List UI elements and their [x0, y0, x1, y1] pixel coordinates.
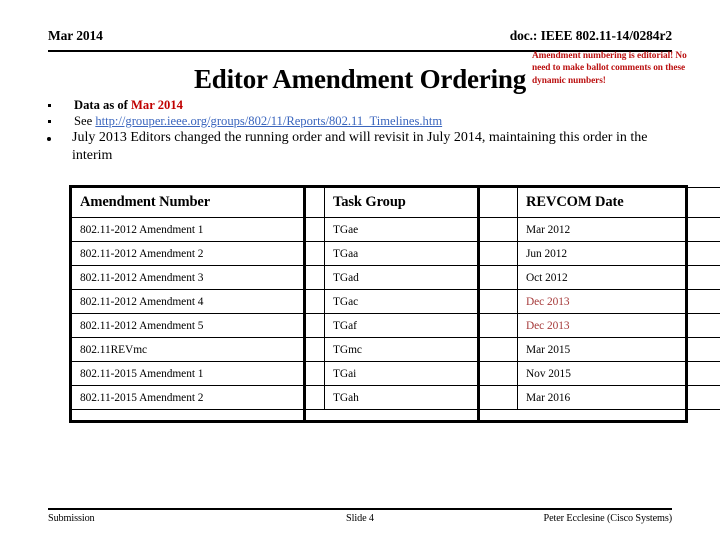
table-row: 802.11-2012 Amendment 2 TGaa Jun 2012 [71, 241, 720, 266]
footer-author: Peter Ecclesine (Cisco Systems) [543, 513, 673, 524]
table-row: 802.11-2012 Amendment 3 TGad Oct 2012 [71, 265, 720, 290]
bullet-text-prefix: Data as of [74, 98, 132, 112]
bullet-dot-icon [47, 137, 51, 141]
cell-revcom-date: Dec 2013 [517, 313, 720, 338]
table-column-divider [477, 185, 480, 423]
column-header-amendment-number: Amendment Number [71, 187, 325, 218]
cell-amendment: 802.11-2012 Amendment 3 [71, 265, 325, 290]
table-header-row: Amendment Number Task Group REVCOM Date [71, 187, 720, 218]
table-row: 802.11REVmc TGmc Mar 2015 [71, 337, 720, 362]
slide-header: Mar 2014 doc.: IEEE 802.11-14/0284r2 [48, 28, 672, 52]
cell-amendment: 802.11-2015 Amendment 2 [71, 385, 325, 410]
bullet-text-highlight: Mar 2014 [131, 98, 183, 112]
cell-task-group: TGac [324, 289, 518, 314]
header-doc-id: doc.: IEEE 802.11-14/0284r2 [509, 28, 672, 43]
column-header-task-group: Task Group [324, 187, 518, 218]
cell-task-group: TGah [324, 385, 518, 410]
table-row: 802.11-2012 Amendment 1 TGae Mar 2012 [71, 217, 720, 242]
footer-submission-label: Submission [48, 513, 95, 524]
cell-revcom-date: Mar 2016 [517, 385, 720, 410]
cell-task-group: TGaf [324, 313, 518, 338]
slide-footer: Slide 4 Submission Peter Ecclesine (Cisc… [48, 508, 672, 524]
cell-task-group: TGad [324, 265, 518, 290]
table-row: 802.11-2012 Amendment 5 TGaf Dec 2013 [71, 313, 720, 338]
cell-revcom-date: Nov 2015 [517, 361, 720, 386]
cell-amendment: 802.11-2012 Amendment 1 [71, 217, 325, 242]
cell-revcom-date: Mar 2015 [517, 337, 720, 362]
bullet-text-prefix: See [74, 114, 96, 128]
cell-amendment: 802.11-2012 Amendment 4 [71, 289, 325, 314]
cell-amendment: 802.11-2012 Amendment 2 [71, 241, 325, 266]
header-date: Mar 2014 [48, 28, 103, 43]
cell-task-group: TGmc [324, 337, 518, 362]
bullet-item-editor-note: July 2013 Editors changed the running or… [0, 129, 700, 164]
cell-task-group: TGae [324, 217, 518, 242]
annotation-callout: Amendment numbering is editorial! No nee… [532, 51, 687, 86]
cell-revcom-date: Jun 2012 [517, 241, 720, 266]
cell-task-group: TGai [324, 361, 518, 386]
cell-amendment: 802.11-2015 Amendment 1 [71, 361, 325, 386]
bullet-dot-icon [48, 120, 51, 123]
cell-amendment: 802.11-2012 Amendment 5 [71, 313, 325, 338]
cell-revcom-date: Dec 2013 [517, 289, 720, 314]
table-row: 802.11-2015 Amendment 2 TGah Mar 2016 [71, 385, 720, 410]
cell-revcom-date: Oct 2012 [517, 265, 720, 290]
bullet-text: July 2013 Editors changed the running or… [72, 130, 648, 163]
table-column-divider [303, 185, 306, 423]
cell-amendment: 802.11REVmc [71, 337, 325, 362]
column-header-revcom-date: REVCOM Date [517, 187, 720, 218]
amendment-ordering-table: Amendment Number Task Group REVCOM Date … [71, 187, 720, 410]
bullet-dot-icon [48, 104, 51, 107]
table-row: 802.11-2012 Amendment 4 TGac Dec 2013 [71, 289, 720, 314]
timelines-link[interactable]: http://grouper.ieee.org/groups/802/11/Re… [95, 114, 442, 128]
cell-revcom-date: Mar 2012 [517, 217, 720, 242]
bullet-item-see-link: See http://grouper.ieee.org/groups/802/1… [0, 113, 700, 129]
table-row: 802.11-2015 Amendment 1 TGai Nov 2015 [71, 361, 720, 386]
bullet-item-data-as-of: Data as of Mar 2014 [0, 97, 700, 113]
bullet-list: Data as of Mar 2014 See http://grouper.i… [0, 97, 700, 164]
cell-task-group: TGaa [324, 241, 518, 266]
